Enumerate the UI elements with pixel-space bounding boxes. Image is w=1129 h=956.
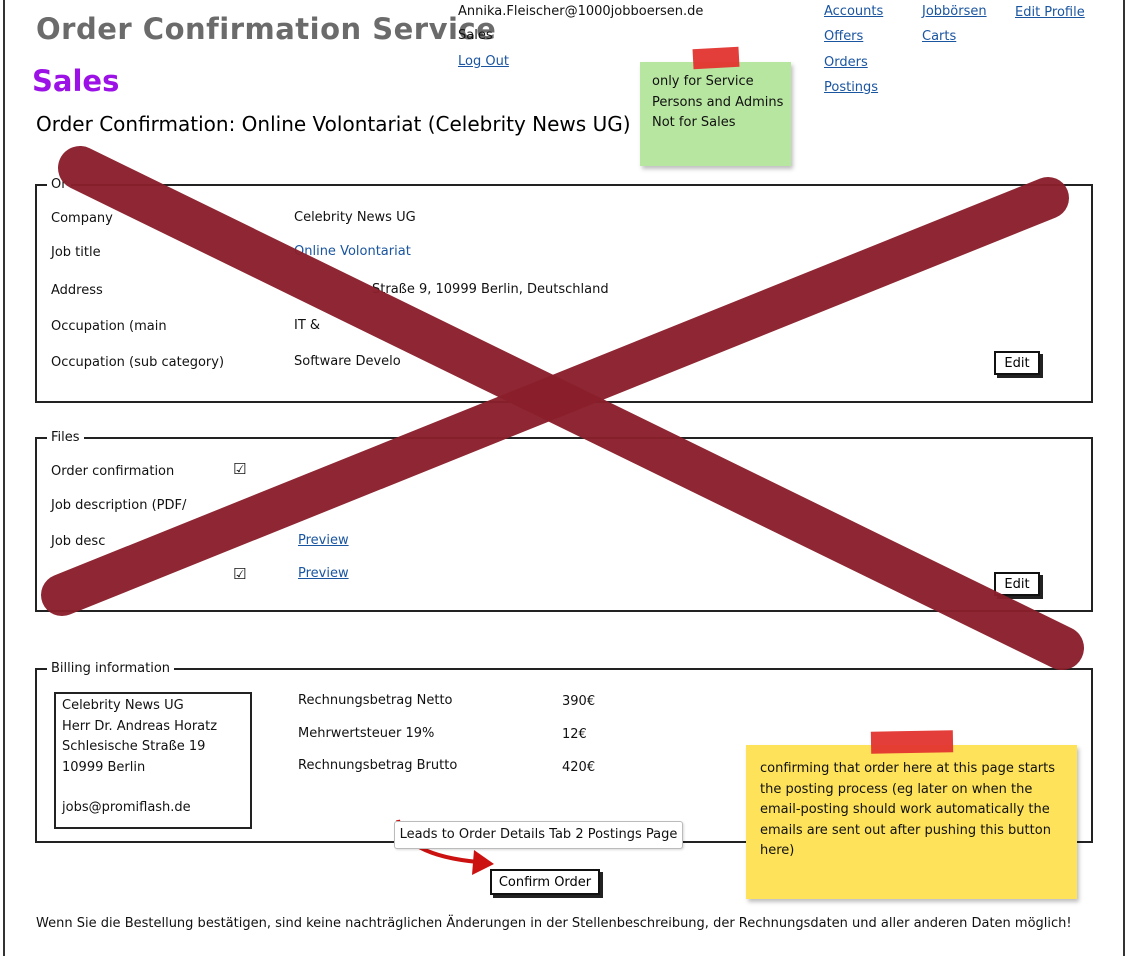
vat-value: 12€ [562,727,587,742]
net-amount-label: Rechnungsbetrag Netto [298,693,453,708]
address-line: 10999 Berlin [62,759,146,775]
order-edit-button[interactable]: Edit [994,351,1040,375]
order-confirmation-checkbox[interactable]: ☑ [233,460,246,478]
window-frame-left [3,0,5,956]
files-edit-button[interactable]: Edit [994,572,1040,596]
occupation-main-label: Occupation (main [51,319,167,334]
files-legend: Files [51,430,80,445]
note-line: emails are sent out after pushing this b… [760,822,1051,838]
company-value: Celebrity News UG [294,210,416,225]
nav-postings-link[interactable]: Postings [824,80,878,95]
nav-carts-link[interactable]: Carts [922,29,956,44]
file-checkbox[interactable]: ☑ [233,565,246,583]
nav-accounts-link[interactable]: Accounts [824,4,883,19]
address-line: Schlesische Straße 19 [62,739,206,754]
sticky-note-green: only for Service Persons and Admins Not … [640,62,791,166]
job-title-link[interactable]: Online Volontariat [294,244,411,259]
preview-link[interactable]: Preview [298,566,349,581]
confirm-order-button[interactable]: Confirm Order [490,869,600,895]
note-line: here) [760,843,795,858]
address-label: Address [51,283,103,298]
nav-orders-link[interactable]: Orders [824,55,868,70]
address-line [62,778,250,798]
billing-legend: Billing information [51,661,171,676]
address-value: Straße 9, 10999 Berlin, Deutschland [372,282,609,297]
gross-amount-value: 420€ [562,760,596,775]
note-line: email-posting should work automatically … [760,802,1050,817]
vat-label: Mehrwertsteuer 19% [298,726,435,741]
footer-warning: Wenn Sie die Bestellung bestätigen, sind… [36,916,1072,931]
page-title: Order Confirmation: Online Volontariat (… [36,112,631,136]
job-title-label: Job title [51,245,101,260]
occupation-sub-label: Occupation (sub category) [51,355,225,370]
net-amount-value: 390€ [562,694,596,709]
company-label: Company [51,211,113,226]
app-title: Order Confirmation Service [36,12,497,46]
tape-strip [692,46,740,70]
address-line: Celebrity News UG [62,698,184,713]
billing-address-box: Celebrity News UG Herr Dr. Andreas Horat… [54,692,252,829]
nav-edit-profile-link[interactable]: Edit Profile [1015,5,1085,20]
occupation-sub-value: Software Develo [294,354,401,369]
address-line: Herr Dr. Andreas Horatz [62,718,218,734]
billing-email: jobs@promiflash.de [62,800,191,815]
note-line: Persons and Admins [652,94,784,110]
logout-link[interactable]: Log Out [458,54,509,69]
callout-label: Leads to Order Details Tab 2 Postings Pa… [394,821,683,849]
gross-amount-label: Rechnungsbetrag Brutto [298,758,458,773]
occupation-main-value: IT & [294,318,321,333]
nav-jobboersen-link[interactable]: Jobbörsen [922,4,987,19]
order-confirmation-label: Order confirmation [51,464,175,479]
files-group: Files [35,430,1093,612]
job-description-label: Job desc [51,534,106,549]
tape-strip [870,730,954,754]
job-description-pdf-label: Job description (PDF/ [51,498,187,513]
user-role: Sales [458,28,493,43]
user-email: Annika.Fleischer@1000jobboersen.de [458,4,704,19]
window-frame-right [1123,0,1125,956]
section-title: Sales [32,64,120,98]
sticky-note-yellow: confirming that order here at this page … [746,745,1077,899]
note-line: confirming that order here at this page … [760,761,1056,776]
note-line: only for Service [652,74,754,89]
preview-link[interactable]: Preview [298,533,349,548]
note-line: Not for Sales [652,115,736,130]
nav-offers-link[interactable]: Offers [824,29,863,44]
order-details-legend: Or [51,177,67,192]
note-line: the posting process (eg later on when th… [760,781,1033,797]
